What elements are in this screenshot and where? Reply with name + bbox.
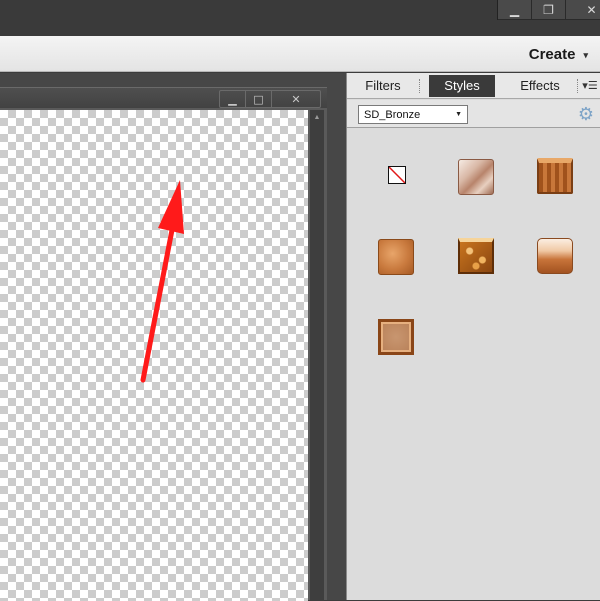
transparent-canvas[interactable] [0,110,308,601]
document-window: ▁ □ ✕ ▲ [0,87,327,601]
document-title-bar[interactable]: ▁ □ ✕ [0,88,327,108]
vertical-scrollbar[interactable]: ▲ [310,110,324,601]
create-button[interactable]: Create ▾ [529,44,588,64]
maximize-icon: □ [253,92,264,106]
create-label: Create [528,45,576,63]
no-style-icon[interactable] [388,166,406,184]
style-thumbnail-grid [347,129,600,600]
bronze-style-6[interactable] [378,319,414,355]
close-icon: ✕ [586,2,597,17]
bronze-style-2[interactable] [537,158,573,194]
tab-effects[interactable]: Effects [503,75,577,97]
chevron-down-icon: ▾ [583,49,588,60]
bronze-style-3[interactable] [378,239,414,275]
menu-bar: Create ▾ [0,36,600,72]
bronze-style-4[interactable] [458,238,494,274]
panel-menu-icon[interactable]: ▾☰ [579,75,600,97]
tab-separator [419,78,421,93]
document-maximize-button[interactable]: □ [246,91,272,107]
scroll-up-icon[interactable]: ▲ [310,110,324,124]
window-restore-button[interactable]: ❐ [532,0,566,20]
minimize-icon: ▁ [509,2,520,17]
document-controls: ▁ □ ✕ [219,90,321,108]
bronze-style-5[interactable] [537,238,573,274]
document-close-button[interactable]: ✕ [272,91,320,107]
chevron-down-icon: ▼ [455,111,462,118]
styles-panel: Filters Styles Effects ▾☰ SD_Bronze ▼ ⚙ [346,73,600,600]
document-minimize-button[interactable]: ▁ [220,91,246,107]
panel-tabs: Filters Styles Effects ▾☰ [347,73,600,99]
window-close-button[interactable]: ✕ [566,0,600,20]
style-library-dropdown[interactable]: SD_Bronze ▼ [358,105,468,124]
panel-toolbar: SD_Bronze ▼ ⚙ [347,100,600,128]
tab-filters[interactable]: Filters [347,75,419,97]
close-icon: ✕ [291,92,301,106]
bronze-style-1[interactable] [458,159,494,195]
workspace: ▁ □ ✕ ▲ [0,73,346,601]
app-title-bar: ▁ ❐ ✕ [0,0,600,36]
style-library-value: SD_Bronze [364,108,421,121]
gear-icon[interactable]: ⚙ [575,103,597,125]
minimize-icon: ▁ [228,92,237,106]
window-controls: ▁ ❐ ✕ [497,0,600,20]
window-minimize-button[interactable]: ▁ [498,0,532,20]
annotation-arrow-icon [140,180,184,383]
tab-styles[interactable]: Styles [429,74,495,97]
restore-icon: ❐ [543,2,554,17]
